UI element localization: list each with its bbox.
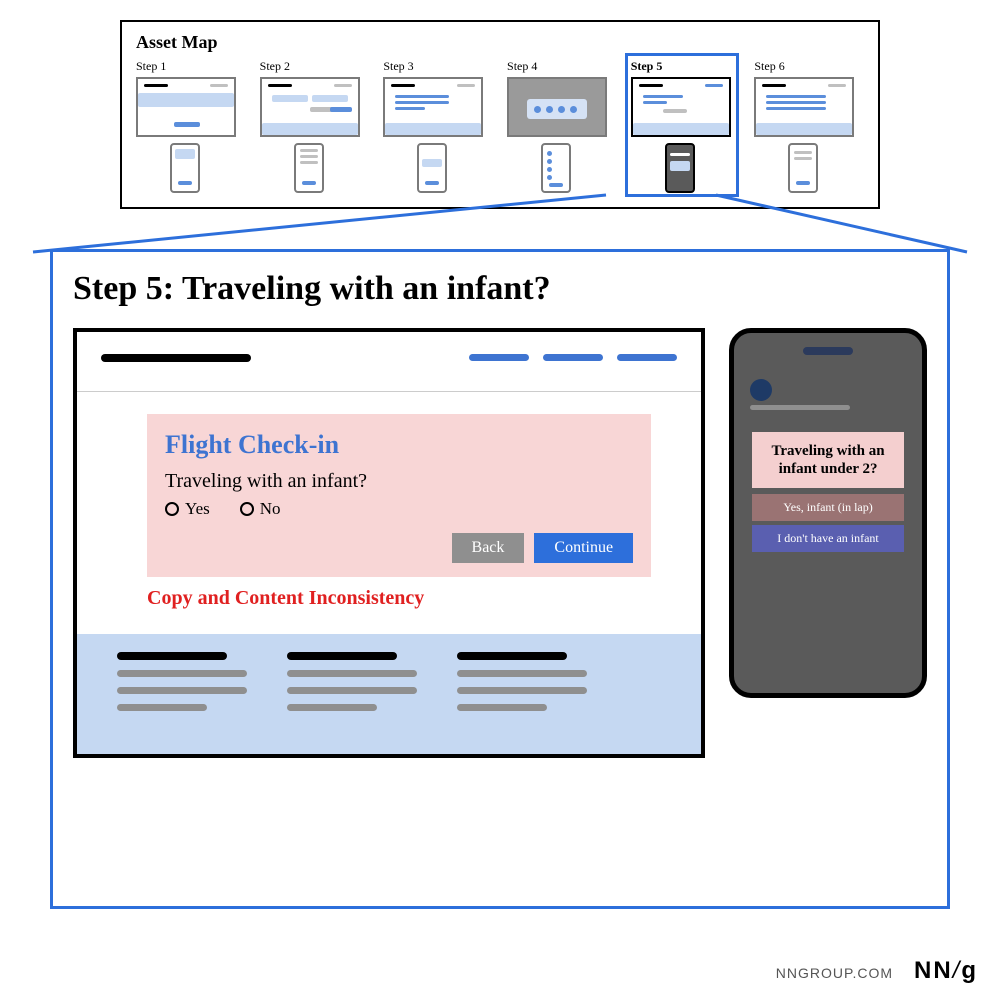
radio-yes-label: Yes	[185, 499, 210, 519]
step-5-label: Step 5	[631, 59, 663, 74]
mobile-title-placeholder	[750, 405, 850, 410]
step-4-mobile-thumbnail	[541, 143, 571, 193]
step-2-label: Step 2	[260, 59, 290, 74]
mobile-option-yes[interactable]: Yes, infant (in lap)	[752, 494, 904, 521]
step-5-mobile-thumbnail	[665, 143, 695, 193]
step-1-label: Step 1	[136, 59, 166, 74]
steps-row: Step 1 Step 2	[136, 59, 864, 193]
avatar-icon	[750, 379, 772, 401]
footer-line-placeholder	[457, 687, 587, 694]
radio-circle-icon	[240, 502, 254, 516]
step-1-col: Step 1	[136, 59, 246, 193]
mobile-question-card: Traveling with an infant under 2?	[752, 432, 904, 488]
mobile-wireframe: Traveling with an infant under 2? Yes, i…	[729, 328, 927, 698]
step-6-desktop-thumbnail	[754, 77, 854, 137]
step-6-label: Step 6	[754, 59, 784, 74]
footer-line-placeholder	[457, 704, 547, 711]
checkin-question: Traveling with an infant?	[165, 470, 633, 493]
footer-line-placeholder	[287, 704, 377, 711]
checkin-card-title: Flight Check-in	[165, 430, 633, 460]
footer-line-placeholder	[457, 670, 587, 677]
logo-placeholder	[101, 354, 251, 362]
step-4-desktop-thumbnail	[507, 77, 607, 137]
checkin-card: Flight Check-in Traveling with an infant…	[147, 414, 651, 577]
inconsistency-callout: Copy and Content Inconsistency	[147, 587, 701, 610]
footer-line-placeholder	[117, 670, 247, 677]
footer-heading-placeholder	[457, 652, 567, 660]
step-3-label: Step 3	[383, 59, 413, 74]
radio-no-label: No	[260, 499, 281, 519]
back-button[interactable]: Back	[452, 533, 525, 563]
nng-logo: NN/g	[914, 957, 978, 984]
branding-url: NNGROUP.COM	[776, 965, 893, 981]
radio-circle-icon	[165, 502, 179, 516]
step-6-col: Step 6	[754, 59, 864, 193]
step-3-desktop-thumbnail	[383, 77, 483, 137]
step-6-mobile-thumbnail	[788, 143, 818, 193]
footer-line-placeholder	[287, 687, 417, 694]
step-5-desktop-thumbnail	[631, 77, 731, 137]
step-2-mobile-thumbnail	[294, 143, 324, 193]
phone-speaker-icon	[803, 347, 853, 355]
footer-heading-placeholder	[287, 652, 397, 660]
nav-link-placeholder	[617, 354, 677, 361]
step-2-col: Step 2	[260, 59, 370, 193]
nav-link-placeholder	[469, 354, 529, 361]
footer-line-placeholder	[287, 670, 417, 677]
desktop-wireframe: Flight Check-in Traveling with an infant…	[73, 328, 705, 758]
detail-panel: Step 5: Traveling with an infant? Flight…	[50, 249, 950, 909]
footer-line-placeholder	[117, 704, 207, 711]
step-5-col: Step 5	[631, 59, 741, 193]
asset-map-container: Asset Map Step 1 Step 2	[120, 20, 880, 209]
step-3-col: Step 3	[383, 59, 493, 193]
radio-yes[interactable]: Yes	[165, 499, 210, 519]
branding-footer: NNGROUP.COM NN/g	[776, 957, 978, 985]
desktop-header	[77, 332, 701, 392]
mobile-option-no[interactable]: I don't have an infant	[752, 525, 904, 552]
step-1-desktop-thumbnail	[136, 77, 236, 137]
footer-line-placeholder	[117, 687, 247, 694]
step-4-label: Step 4	[507, 59, 537, 74]
step-3-mobile-thumbnail	[417, 143, 447, 193]
asset-map-title: Asset Map	[136, 32, 864, 53]
detail-title: Step 5: Traveling with an infant?	[73, 270, 927, 308]
step-1-mobile-thumbnail	[170, 143, 200, 193]
nav-link-placeholder	[543, 354, 603, 361]
radio-no[interactable]: No	[240, 499, 281, 519]
footer-heading-placeholder	[117, 652, 227, 660]
step-2-desktop-thumbnail	[260, 77, 360, 137]
mobile-question-text: Traveling with an infant under 2?	[760, 442, 896, 478]
step-4-col: Step 4	[507, 59, 617, 193]
desktop-footer	[77, 634, 701, 754]
continue-button[interactable]: Continue	[534, 533, 633, 563]
